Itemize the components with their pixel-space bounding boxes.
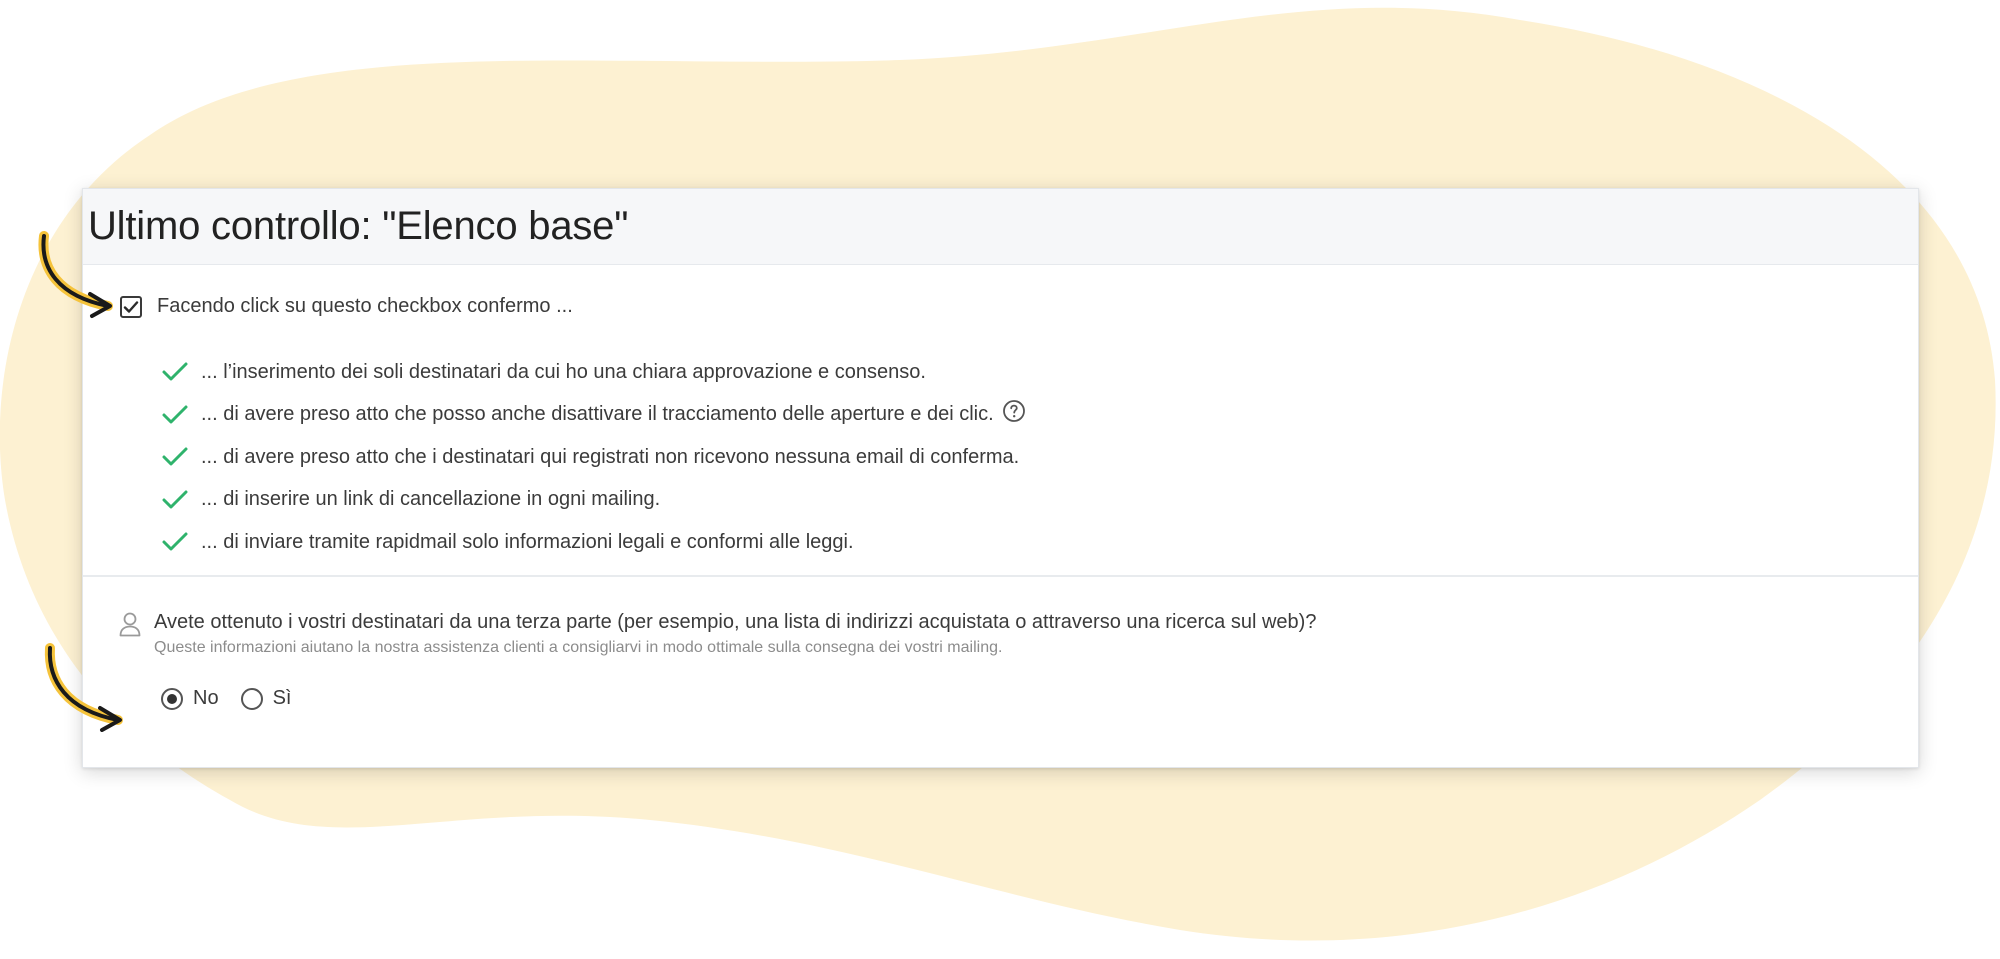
confirm-checkbox[interactable]: [120, 295, 142, 318]
final-check-card: Ultimo controllo: "Elenco base" Facendo …: [82, 188, 1919, 768]
radio-no[interactable]: [161, 687, 183, 710]
green-check-icon: [161, 531, 191, 553]
green-check-icon: [161, 361, 191, 383]
list-item-text: ... di avere preso atto che posso anche …: [201, 403, 994, 426]
question-subtitle: Queste informazioni aiutano la nostra as…: [154, 639, 1003, 656]
question-circle-icon[interactable]: [1002, 399, 1026, 423]
confirm-checkbox-row[interactable]: Facendo click su questo checkbox conferm…: [120, 295, 573, 318]
green-check-icon: [161, 489, 191, 511]
arrow-pointer-radio-icon: [44, 643, 123, 732]
checkmark-icon: [123, 300, 139, 313]
list-item-text: ... l’inserimento dei soli destinatari d…: [201, 360, 926, 383]
list-item: ... di avere preso atto che i destinatar…: [161, 436, 1026, 479]
radio-si-label: Sì: [272, 687, 292, 709]
page-title: Ultimo controllo: "Elenco base": [88, 204, 629, 248]
list-item-text: ... di avere preso atto che i destinatar…: [201, 445, 1020, 468]
list-item: ... di inserire un link di cancellazione…: [161, 479, 1026, 522]
confirmation-section: Facendo click su questo checkbox conferm…: [83, 265, 1918, 577]
third-party-section: Avete ottenuto i vostri destinatari da u…: [83, 577, 1918, 767]
card-header: Ultimo controllo: "Elenco base": [83, 189, 1918, 265]
question-text: Avete ottenuto i vostri destinatari da u…: [154, 609, 1316, 657]
list-item-text: ... di inviare tramite rapidmail solo in…: [201, 530, 854, 553]
arrow-pointer-checkbox-icon: [38, 231, 113, 318]
radio-option-no[interactable]: No: [161, 687, 219, 710]
confirm-checkbox-label: Facendo click su questo checkbox conferm…: [157, 295, 573, 317]
person-icon: [118, 611, 142, 637]
list-item: ... di inviare tramite rapidmail solo in…: [161, 521, 1026, 564]
radio-selected-dot: [167, 693, 177, 704]
green-check-icon: [161, 446, 191, 468]
radio-no-label: No: [193, 687, 219, 709]
question-title: Avete ottenuto i vostri destinatari da u…: [154, 611, 1317, 633]
confirmation-list: ... l’inserimento dei soli destinatari d…: [161, 351, 1026, 564]
answer-radio-group: No Sì: [161, 687, 313, 710]
radio-si[interactable]: [240, 687, 263, 710]
list-item-text: ... di inserire un link di cancellazione…: [201, 488, 661, 511]
list-item: ... di avere preso atto che posso anche …: [161, 394, 1026, 437]
green-check-icon: [161, 404, 191, 426]
question-row: Avete ottenuto i vostri destinatari da u…: [118, 609, 1316, 657]
list-item: ... l’inserimento dei soli destinatari d…: [161, 351, 1026, 394]
radio-option-si[interactable]: Sì: [240, 687, 292, 710]
